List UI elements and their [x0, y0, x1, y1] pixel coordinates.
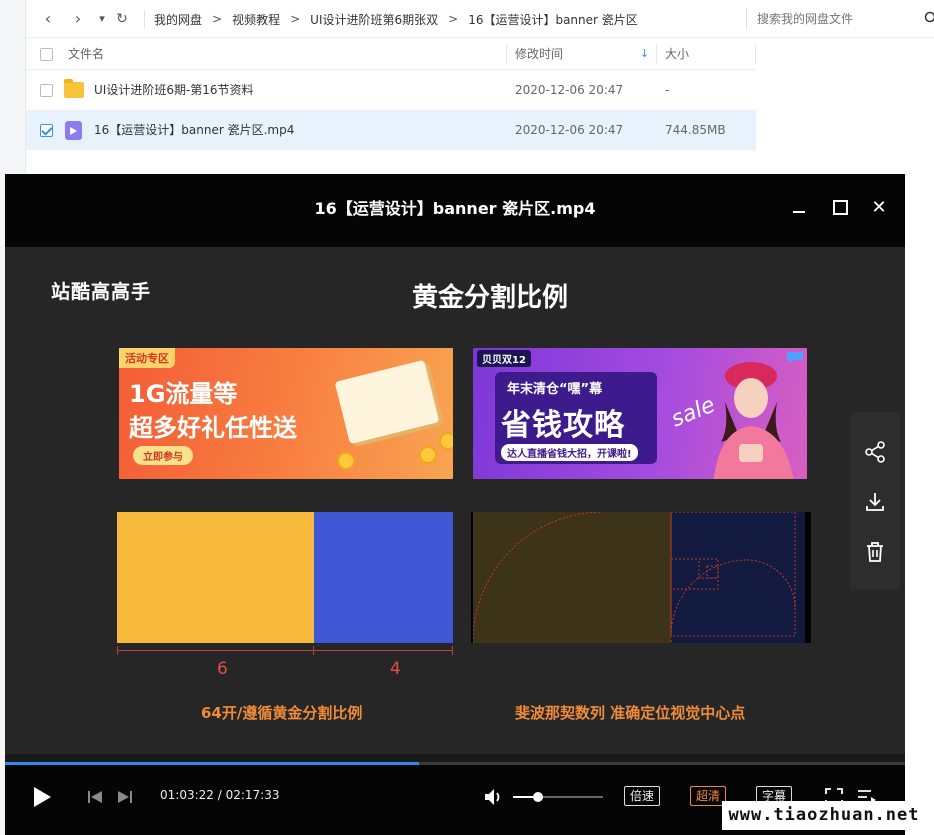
volume-icon[interactable] [483, 787, 505, 807]
coin-illustration [337, 452, 355, 470]
banner-cta: 达人直播省钱大招，开课啦! [501, 444, 638, 461]
banner-headline: 超多好礼任性送 [129, 414, 297, 442]
banner-cta: 立即参与 [133, 446, 193, 465]
time-current: 01:03:22 [160, 788, 214, 802]
back-arrow-icon[interactable]: ‹ [38, 9, 58, 29]
column-header-modified[interactable]: 修改时间 [515, 38, 563, 70]
banner-example-traffic: 活动专区 1G流量等 超多好礼任性送 立即参与 [119, 348, 453, 479]
banner-tag: 活动专区 [119, 348, 175, 368]
minimize-icon[interactable] [787, 196, 811, 220]
row-checkbox-checked[interactable] [40, 124, 53, 137]
banner-example-sale: 贝贝双12 年末清仓“嘿”幕 省钱攻略 达人直播省钱大招，开课啦! sale [473, 348, 807, 479]
coin-illustration [419, 446, 437, 464]
volume-slider-handle[interactable] [533, 792, 544, 802]
refresh-icon[interactable]: ↻ [112, 9, 132, 29]
column-header-name[interactable]: 文件名 [68, 38, 104, 70]
ratio-block-gold [117, 512, 314, 643]
column-header-size[interactable]: 大小 [665, 38, 689, 70]
file-name[interactable]: UI设计进阶班6期-第16节资料 [94, 70, 254, 110]
file-row-video[interactable]: 16【运营设计】banner 瓷片区.mp4 2020-12-06 20:47 … [26, 110, 756, 150]
sort-descending-icon[interactable]: ↓ [640, 38, 649, 70]
breadcrumb-item-root[interactable]: 我的网盘 [154, 11, 202, 28]
toolbar-divider [144, 10, 145, 28]
player-titlebar[interactable]: 16【运营设计】banner 瓷片区.mp4 ✕ [5, 174, 905, 247]
play-icon[interactable] [31, 785, 53, 809]
row-checkbox[interactable] [40, 84, 53, 97]
time-total: 02:17:33 [225, 788, 280, 802]
video-frame[interactable]: 站酷高高手 黄金分割比例 活动专区 1G流量等 超多好礼任性送 立即参与 贝贝双… [5, 247, 905, 754]
file-list-header: 文件名 修改时间 ↓ 大小 [26, 38, 756, 70]
file-name[interactable]: 16【运营设计】banner 瓷片区.mp4 [94, 110, 294, 150]
ratio-tick [117, 646, 118, 655]
delete-icon[interactable] [863, 540, 887, 564]
column-divider [506, 44, 507, 64]
caption-fibonacci: 斐波那契数列 准确定位视觉中心点 [515, 704, 746, 722]
ratio-label-left: 6 [217, 659, 228, 679]
search-input[interactable] [746, 8, 916, 30]
caption-ratio: 64开/遵循黄金分割比例 [201, 704, 363, 722]
download-icon[interactable] [863, 490, 887, 514]
history-dropdown-icon[interactable]: ▾ [92, 9, 112, 29]
maximize-icon[interactable] [827, 196, 851, 220]
ratio-label-right: 4 [390, 659, 401, 679]
speech-bubble-icon [787, 352, 803, 363]
toolbar: ‹ › ▾ ↻ 我的网盘 > 视频教程 > UI设计进阶班第6期张双 > 16【… [26, 0, 934, 38]
player-title: 16【运营设计】banner 瓷片区.mp4 [314, 199, 596, 218]
breadcrumb: 我的网盘 > 视频教程 > UI设计进阶班第6期张双 > 16【运营设计】ban… [154, 0, 638, 38]
file-size: 744.85MB [665, 123, 726, 137]
file-modified: 2020-12-06 20:47 [515, 83, 624, 97]
file-modified: 2020-12-06 20:47 [515, 123, 624, 137]
file-row-folder[interactable]: UI设计进阶班6期-第16节资料 2020-12-06 20:47 - [26, 70, 756, 110]
app-window: ‹ › ▾ ↻ 我的网盘 > 视频教程 > UI设计进阶班第6期张双 > 16【… [0, 0, 934, 835]
banner-headline: 省钱攻略 [501, 408, 625, 443]
breadcrumb-separator: > [448, 12, 459, 26]
model-illustration [713, 362, 794, 479]
video-file-icon [65, 121, 82, 140]
side-action-panel [850, 412, 900, 590]
playback-time: 01:03:22 / 02:17:33 [160, 788, 279, 802]
breadcrumb-separator: > [212, 12, 223, 26]
time-separator: / [213, 788, 226, 802]
banner-headline: 1G流量等 [129, 380, 238, 408]
breadcrumb-item-course[interactable]: UI设计进阶班第6期张双 [310, 11, 438, 28]
site-watermark: www.tiaozhuan.net [722, 801, 926, 830]
breadcrumb-separator: > [290, 12, 301, 26]
ratio-block-blue [314, 512, 453, 643]
file-size: - [665, 83, 670, 97]
forward-arrow-icon[interactable]: › [68, 9, 88, 29]
coin-illustration [439, 432, 453, 450]
slide-title: 黄金分割比例 [411, 283, 568, 313]
quality-button[interactable]: 超清 [690, 786, 727, 806]
next-icon[interactable] [117, 789, 133, 805]
column-divider [755, 44, 756, 64]
ratio-tick [452, 646, 453, 655]
volume-slider[interactable] [513, 792, 603, 802]
video-player-window: 16【运营设计】banner 瓷片区.mp4 ✕ 站酷高高手 黄金分割比例 活动… [5, 174, 905, 835]
fibonacci-spiral-diagram [471, 512, 811, 643]
speed-button[interactable]: 倍速 [624, 786, 661, 806]
banner-tag: 贝贝双12 [477, 350, 531, 367]
breadcrumb-item-current[interactable]: 16【运营设计】banner 瓷片区 [468, 11, 638, 28]
book-illustration [334, 359, 440, 445]
ratio-measure-line [117, 650, 453, 651]
folder-icon [64, 79, 84, 98]
ratio-tick [313, 646, 314, 655]
select-all-checkbox[interactable] [40, 48, 53, 61]
search-icon[interactable] [924, 11, 934, 25]
close-icon[interactable]: ✕ [867, 196, 891, 220]
previous-icon[interactable] [87, 789, 103, 805]
share-icon[interactable] [863, 440, 887, 464]
breadcrumb-item-videos[interactable]: 视频教程 [232, 11, 280, 28]
column-divider [656, 44, 657, 64]
banner-subtitle: 年末清仓“嘿”幕 [507, 382, 603, 397]
